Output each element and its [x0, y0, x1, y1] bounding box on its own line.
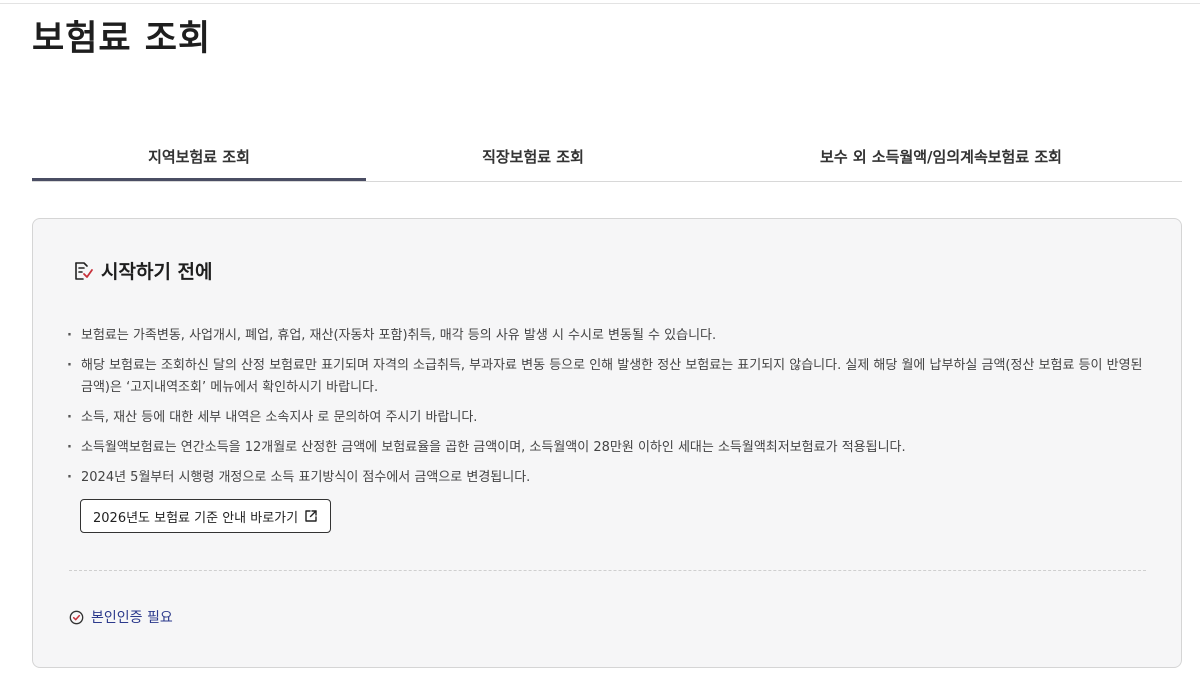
tab-non-salary-income-premium[interactable]: 보수 외 소득월액/임의계속보험료 조회	[700, 132, 1182, 180]
checklist-icon	[71, 259, 95, 283]
top-divider	[0, 3, 1200, 4]
guide-button-label: 2026년도 보험료 기준 안내 바로가기	[93, 510, 299, 526]
tab-label: 지역보험료 조회	[148, 147, 250, 166]
section-divider	[69, 570, 1146, 571]
notice-item: 해당 보험료는 조회하신 달의 산정 보험료만 표기되며 자격의 소급취득, 부…	[67, 355, 1147, 399]
panel-title: 시작하기 전에	[101, 261, 213, 283]
tab-label: 직장보험료 조회	[482, 147, 584, 166]
notice-item: 2024년 5월부터 시행령 개정으로 소득 표기방식이 점수에서 금액으로 변…	[67, 467, 1147, 489]
tab-label: 보수 외 소득월액/임의계속보험료 조회	[820, 147, 1062, 166]
notice-item: 소득월액보험료는 연간소득을 12개월로 산정한 금액에 보험료율을 곱한 금액…	[67, 437, 1147, 459]
notice-list: 보험료는 가족변동, 사업개시, 폐업, 휴업, 재산(자동차 포함)취득, 매…	[67, 325, 1147, 497]
check-circle-icon	[69, 610, 91, 625]
notice-item: 보험료는 가족변동, 사업개시, 폐업, 휴업, 재산(자동차 포함)취득, 매…	[67, 325, 1147, 347]
notice-item: 소득, 재산 등에 대한 세부 내역은 소속지사 로 문의하여 주시기 바랍니다…	[67, 407, 1147, 429]
tab-workplace-premium[interactable]: 직장보험료 조회	[366, 132, 700, 180]
page-title: 보험료 조회	[32, 19, 212, 59]
tab-regional-premium[interactable]: 지역보험료 조회	[32, 132, 366, 181]
identity-verification-link[interactable]: 본인인증 필요	[69, 607, 173, 627]
premium-guide-link-button[interactable]: 2026년도 보험료 기준 안내 바로가기	[80, 499, 332, 533]
tab-bar: 지역보험료 조회 직장보험료 조회 보수 외 소득월액/임의계속보험료 조회	[32, 132, 1182, 182]
identity-verification-label: 본인인증 필요	[91, 610, 173, 626]
panel-header: 시작하기 전에	[71, 257, 213, 284]
external-link-icon	[298, 509, 318, 523]
notice-panel: 시작하기 전에 보험료는 가족변동, 사업개시, 폐업, 휴업, 재산(자동차 …	[32, 218, 1182, 668]
